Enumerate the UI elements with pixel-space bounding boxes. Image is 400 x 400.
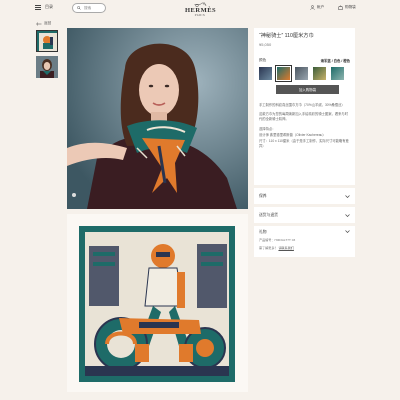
logo-subtitle: PARIS (194, 14, 206, 17)
carousel-indicator[interactable] (72, 193, 76, 197)
description-line: 这款方巾为您的每周焕新加入手绘精彩的骑士图案，看来与时代的全新骑士精神。 (259, 112, 349, 122)
description-line: 手工制作的斜纹真丝围巾方巾（70%山羊绒，30%桑蚕丝） (259, 103, 345, 108)
accordion-gift-header[interactable]: 礼物 (259, 230, 350, 235)
chevron-down-icon (345, 213, 350, 217)
product-description: 手工制作的斜纹真丝围巾方巾（70%山羊绒，30%桑蚕丝） 这款方巾为您的每周焕新… (259, 103, 350, 149)
add-to-bag-button[interactable]: 加入购物袋 (276, 85, 339, 95)
model-wearing-scarf-image (67, 28, 248, 209)
accordion-delivery[interactable]: 送货与退货 (254, 207, 355, 223)
account-link[interactable]: 帐户 (310, 5, 324, 10)
product-title: “神秘骑士” 110厘米方巾 (259, 33, 314, 39)
product-photo-model (67, 28, 248, 209)
color-swatch-selected[interactable] (275, 65, 292, 83)
description-line: 设计师 弗里德里希斯普（Olivier Kachereau） (259, 132, 326, 137)
scarf-thumbnail-image (37, 31, 57, 51)
color-swatch[interactable] (331, 67, 344, 81)
description-line: 尺寸：110 x 110厘米（由于是手工制作，实际尺寸可能略有差异） (259, 138, 349, 148)
color-swatch[interactable] (313, 67, 326, 81)
logo-wordmark: HERMÈS (185, 7, 217, 14)
color-row: 颜色 海军蓝 / 白色 / 橙色 (259, 58, 350, 63)
menu-label: 目录 (45, 4, 53, 9)
accordion-label: 礼物 (259, 230, 267, 234)
back-label: 返回 (44, 21, 52, 25)
scarf-flat-image (79, 226, 235, 382)
contact-prefix: 需了解更多？ (259, 245, 278, 250)
search-placeholder: 搜索 (84, 5, 92, 10)
chevron-down-icon (345, 230, 350, 233)
thumbnail-model[interactable] (36, 56, 58, 78)
color-swatch[interactable] (259, 67, 272, 81)
menu-icon (35, 4, 41, 10)
color-swatch[interactable] (295, 67, 308, 81)
menu-button[interactable]: 目录 (35, 4, 53, 10)
contact-link[interactable]: 请联系我们 (278, 246, 293, 250)
back-link[interactable]: 返回 (36, 21, 51, 26)
scarf-image-card (67, 214, 248, 392)
bag-icon (338, 5, 343, 10)
product-reference: 产品编号：H003ALT7T 03 (259, 238, 296, 242)
account-icon (310, 5, 315, 10)
product-price: ¥5,050 (259, 42, 272, 48)
arrow-left-icon (36, 21, 42, 26)
brand-logo[interactable]: HERMÈS PARIS (185, 2, 217, 17)
selected-color: 海军蓝 / 白色 / 橙色 (320, 59, 350, 64)
accordion-label: 保养 (259, 193, 267, 198)
accordion-label: 送货与退货 (259, 212, 278, 217)
site-header: 目录 搜索 HERMÈS PARIS 帐户 购物袋 (25, 0, 375, 18)
chevron-down-icon (345, 194, 350, 198)
account-label: 帐户 (317, 5, 325, 9)
description-line: 选择特点： (259, 126, 276, 131)
thumbnail-scarf[interactable] (36, 30, 58, 52)
color-swatches (259, 65, 350, 83)
cart-link[interactable]: 购物袋 (338, 5, 356, 10)
accordion-gift: 礼物 产品编号：H003ALT7T 03 需了解更多？ 请联系我们 (254, 226, 355, 257)
model-thumbnail-image (36, 56, 58, 78)
cart-label: 购物袋 (345, 5, 356, 9)
scarf-pattern-image (79, 226, 235, 382)
search-icon (77, 6, 81, 10)
color-label: 颜色 (259, 58, 267, 63)
accordion-care[interactable]: 保养 (254, 188, 355, 204)
product-info-panel: “神秘骑士” 110厘米方巾 ¥5,050 颜色 海军蓝 / 白色 / 橙色 加… (254, 28, 355, 185)
search-input[interactable]: 搜索 (72, 3, 106, 13)
contact-line: 需了解更多？ 请联系我们 (259, 246, 350, 251)
